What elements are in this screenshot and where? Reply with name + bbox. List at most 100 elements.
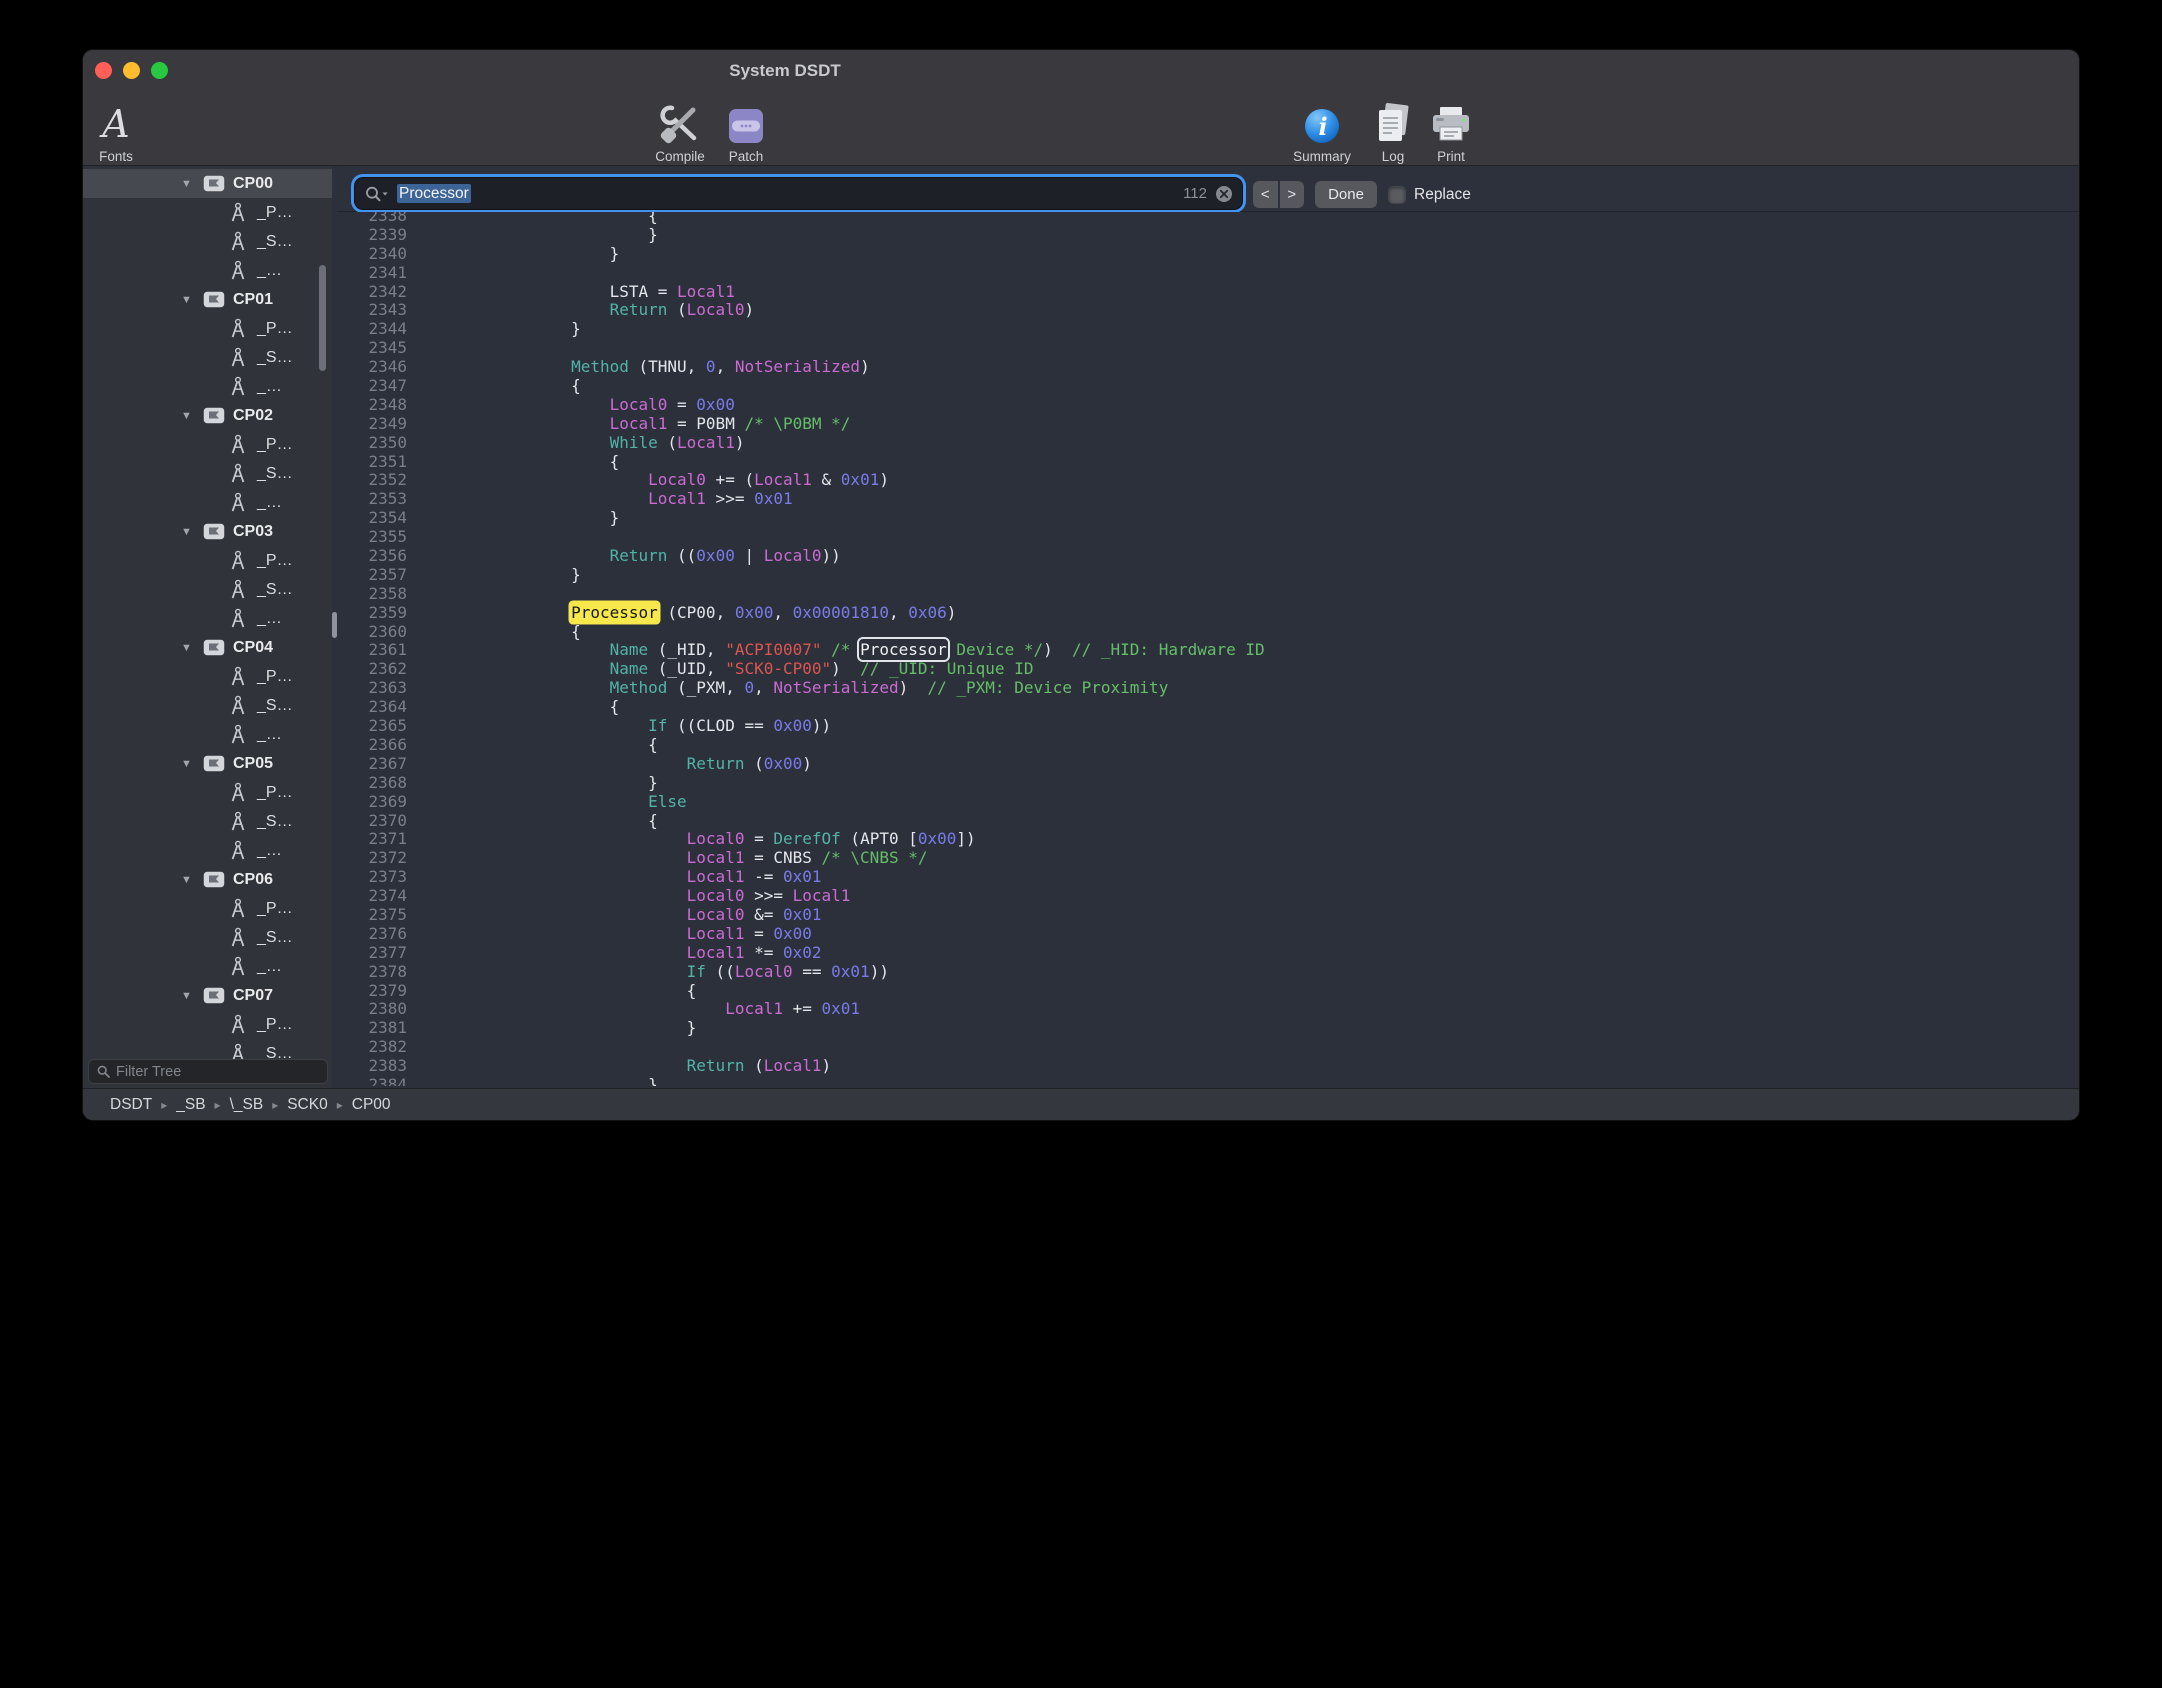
- tree-group-row[interactable]: ▼CP06: [83, 865, 332, 894]
- toolbar-label-patch: Patch: [729, 149, 764, 164]
- replace-label[interactable]: Replace: [1414, 181, 1471, 208]
- find-match-highlight: Processor: [571, 603, 658, 622]
- toolbar-item-fonts[interactable]: A Fonts: [83, 92, 151, 164]
- tree-item-row[interactable]: _P…: [83, 430, 332, 459]
- line-number: 2372: [337, 849, 407, 868]
- code-line: 2354 }: [337, 509, 1265, 528]
- code-line: 2343 Return (Local0): [337, 301, 1265, 320]
- line-number: 2338: [337, 212, 407, 226]
- disclosure-triangle-icon[interactable]: ▼: [181, 410, 197, 422]
- line-number: 2377: [337, 944, 407, 963]
- line-number: 2362: [337, 660, 407, 679]
- code-editor[interactable]: 2338 {2339 }2340 }23412342 LSTA = Local1…: [337, 212, 2079, 1086]
- disclosure-triangle-icon[interactable]: ▼: [181, 178, 197, 190]
- sidebar-scrollbar[interactable]: [319, 265, 326, 371]
- disclosure-triangle-icon[interactable]: ▼: [181, 990, 197, 1002]
- match-count: 112: [1183, 185, 1207, 202]
- replace-checkbox[interactable]: [1389, 187, 1405, 203]
- tree-item-row[interactable]: _…: [83, 372, 332, 401]
- breadcrumb-separator-icon: ▸: [272, 1098, 278, 1112]
- toolbar-item-summary[interactable]: i Summary: [1287, 92, 1357, 164]
- breadcrumb-item[interactable]: DSDT: [110, 1096, 152, 1114]
- tree-item-row[interactable]: _S…: [83, 923, 332, 952]
- tree-item-row[interactable]: _…: [83, 836, 332, 865]
- disclosure-triangle-icon[interactable]: ▼: [181, 526, 197, 538]
- tree-group-row[interactable]: ▼CP05: [83, 749, 332, 778]
- tree-group-row[interactable]: ▼CP00: [83, 169, 332, 198]
- tree-item-row[interactable]: _…: [83, 488, 332, 517]
- find-input[interactable]: Processor 112: [355, 178, 1242, 209]
- line-number: 2382: [337, 1038, 407, 1057]
- line-number: 2363: [337, 679, 407, 698]
- tree-item-row[interactable]: _…: [83, 952, 332, 981]
- tree-item-row[interactable]: _P…: [83, 662, 332, 691]
- main-pane: Processor 112 < > Done Replace 233: [337, 166, 2079, 1088]
- tree-item-row[interactable]: _S…: [83, 1039, 332, 1059]
- filter-tree-field[interactable]: Filter Tree: [88, 1059, 328, 1084]
- done-button[interactable]: Done: [1315, 181, 1377, 208]
- find-previous-button[interactable]: <: [1253, 181, 1278, 208]
- tree-group-row[interactable]: ▼ CP01: [83, 285, 332, 314]
- tree-item-row[interactable]: _P…: [83, 314, 332, 343]
- line-number: 2371: [337, 830, 407, 849]
- tree-item-row[interactable]: _P…: [83, 198, 332, 227]
- tree-item-row[interactable]: _P…: [83, 546, 332, 575]
- tree-group-row[interactable]: ▼CP02: [83, 401, 332, 430]
- tree-group-row[interactable]: ▼CP07: [83, 981, 332, 1010]
- find-next-button[interactable]: >: [1280, 181, 1305, 208]
- tree-item-row[interactable]: _P…: [83, 778, 332, 807]
- line-number: 2369: [337, 793, 407, 812]
- tree-item-row[interactable]: _S…: [83, 227, 332, 256]
- tree-item-row[interactable]: _P…: [83, 894, 332, 923]
- compass-icon: [229, 898, 247, 919]
- scope-icon: [203, 871, 225, 888]
- line-number: 2383: [337, 1057, 407, 1076]
- tree-item-row[interactable]: _P…: [83, 1010, 332, 1039]
- tree-item-row[interactable]: _S…: [83, 807, 332, 836]
- zoom-button[interactable]: [151, 62, 168, 79]
- tree-group-row[interactable]: ▼CP03: [83, 517, 332, 546]
- breadcrumb-item[interactable]: CP00: [352, 1096, 391, 1114]
- minimize-button[interactable]: [123, 62, 140, 79]
- toolbar-item-compile[interactable]: Compile: [645, 92, 715, 164]
- code-line: 2351 {: [337, 453, 1265, 472]
- code-line: 2376 Local1 = 0x00: [337, 925, 1265, 944]
- breadcrumb-item[interactable]: SCK0: [287, 1096, 328, 1114]
- breadcrumb-separator-icon: ▸: [215, 1098, 221, 1112]
- search-menu-icon[interactable]: [365, 186, 389, 202]
- toolbar-item-print[interactable]: Print: [1416, 92, 1486, 164]
- tree-item-label: _P…: [257, 436, 293, 454]
- tree-item-row[interactable]: _S…: [83, 575, 332, 604]
- breadcrumb-item[interactable]: \_SB: [230, 1096, 264, 1114]
- compass-icon: [229, 202, 247, 223]
- line-number: 2344: [337, 320, 407, 339]
- disclosure-triangle-icon[interactable]: ▼: [181, 642, 197, 654]
- tree-group-row[interactable]: ▼CP04: [83, 633, 332, 662]
- line-number: 2358: [337, 585, 407, 604]
- tree-item-label: _…: [257, 610, 282, 628]
- tree-item-label: _…: [257, 842, 282, 860]
- tree-item-row[interactable]: _S…: [83, 343, 332, 372]
- line-number: 2348: [337, 396, 407, 415]
- line-number: 2355: [337, 528, 407, 547]
- breadcrumb-item[interactable]: _SB: [176, 1096, 205, 1114]
- tree-group-label: CP01: [233, 291, 273, 309]
- tree-item-row[interactable]: _S…: [83, 691, 332, 720]
- close-button[interactable]: [95, 62, 112, 79]
- tree-item-row[interactable]: _…: [83, 720, 332, 749]
- disclosure-triangle-icon[interactable]: ▼: [181, 874, 197, 886]
- line-number: 2378: [337, 963, 407, 982]
- disclosure-triangle-icon[interactable]: ▼: [181, 758, 197, 770]
- toolbar-label-log: Log: [1382, 149, 1405, 164]
- compass-icon: [229, 840, 247, 861]
- tree-item-row[interactable]: _…: [83, 604, 332, 633]
- code-line: 2363 Method (_PXM, 0, NotSerialized) // …: [337, 679, 1265, 698]
- code-line: 2360 {: [337, 623, 1265, 642]
- tree-item-label: _S…: [257, 349, 293, 367]
- tree-item-row[interactable]: _S…: [83, 459, 332, 488]
- clear-search-icon[interactable]: [1215, 185, 1233, 203]
- toolbar-item-patch[interactable]: Patch: [711, 92, 781, 164]
- toolbar-label-fonts: Fonts: [99, 149, 133, 164]
- tree-item-row[interactable]: _…: [83, 256, 332, 285]
- disclosure-triangle-icon[interactable]: ▼: [181, 294, 197, 306]
